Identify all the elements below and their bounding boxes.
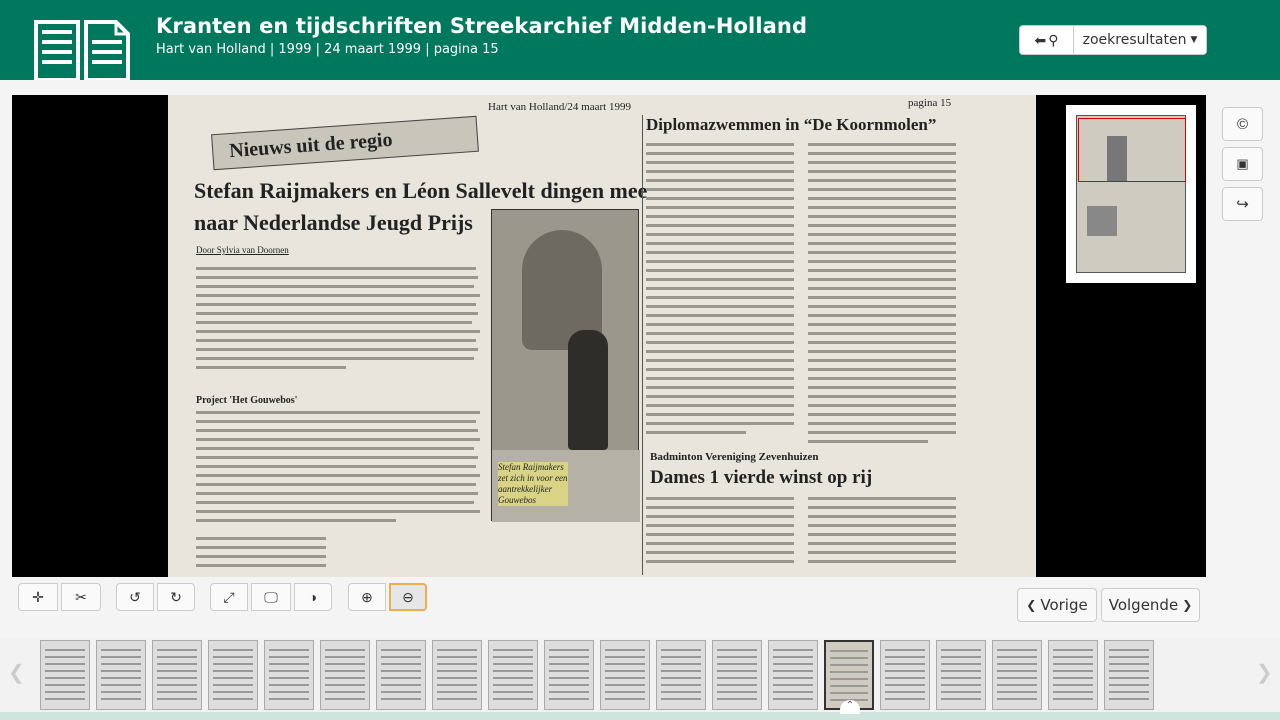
- strip-footer: [0, 712, 1280, 720]
- caret-down-icon: ▼: [1190, 35, 1198, 45]
- page-viewer[interactable]: Hart van Holland/24 maart 1999 pagina 15…: [12, 95, 1206, 577]
- strip-collapse-icon[interactable]: ⌃: [840, 700, 860, 714]
- page-minimap[interactable]: [1066, 105, 1196, 283]
- scissors-icon: ✂: [75, 588, 87, 605]
- strip-scroll-right-icon[interactable]: ❯: [1256, 660, 1273, 685]
- rotate-left-button[interactable]: ↺: [116, 583, 154, 611]
- article-subhead: Project 'Het Gouwebos': [196, 395, 298, 406]
- page-number: pagina 15: [908, 97, 952, 109]
- newspaper-page[interactable]: Hart van Holland/24 maart 1999 pagina 15…: [168, 95, 1036, 577]
- next-label: Volgende: [1108, 596, 1179, 614]
- text-column-left-2: [196, 409, 482, 575]
- rotate-right-icon: ↻: [170, 588, 182, 605]
- share-icon: ↪: [1236, 196, 1249, 213]
- thumbnail[interactable]: [376, 640, 426, 710]
- page-divider: [642, 115, 643, 575]
- save-icon: ▣: [1236, 156, 1249, 171]
- zoom-out-icon: ⊖: [402, 588, 414, 605]
- article-byline: Door Sylvia van Doornen: [196, 245, 289, 255]
- thumbnail[interactable]: [1104, 640, 1154, 710]
- badminton-kicker: Badminton Vereniging Zevenhuizen: [650, 451, 819, 463]
- thumbnail[interactable]: [1048, 640, 1098, 710]
- thumbnail[interactable]: [936, 640, 986, 710]
- copyright-button[interactable]: ©: [1222, 107, 1263, 141]
- pan-tool-button[interactable]: ✛: [18, 583, 58, 611]
- minimap-viewport[interactable]: [1078, 118, 1186, 182]
- thumbnail[interactable]: [264, 640, 314, 710]
- thumbnail[interactable]: [600, 640, 650, 710]
- back-to-search-button[interactable]: ⬅ ⚲: [1020, 26, 1074, 54]
- previous-label: Vorige: [1040, 596, 1088, 614]
- crop-tool-button[interactable]: ✂: [61, 583, 101, 611]
- thumbnail-strip: [0, 638, 1280, 720]
- thumbnail[interactable]: [208, 640, 258, 710]
- thumbnail[interactable]: [544, 640, 594, 710]
- copyright-icon: ©: [1236, 115, 1249, 133]
- thumbnail[interactable]: [432, 640, 482, 710]
- thumbnail[interactable]: [320, 640, 370, 710]
- thumbnail[interactable]: [880, 640, 930, 710]
- thumbnail[interactable]: [152, 640, 202, 710]
- breadcrumb: Hart van Holland | 1999 | 24 maart 1999 …: [156, 42, 499, 57]
- result-navigation: ⬅ ⚲ zoekresultaten ▼: [1019, 25, 1207, 55]
- thumbnail[interactable]: [712, 640, 762, 710]
- move-icon: ✛: [32, 588, 44, 605]
- share-button[interactable]: ↪: [1222, 187, 1263, 221]
- thumbnail[interactable]: [40, 640, 90, 710]
- chevron-right-icon: ❯: [1182, 598, 1193, 612]
- chevron-left-icon: ❮: [1026, 598, 1037, 612]
- page-title: Kranten en tijdschriften Streekarchief M…: [156, 14, 808, 38]
- zoom-in-button[interactable]: ⊕: [348, 583, 386, 611]
- fit-screen-button[interactable]: 🖵: [251, 583, 291, 611]
- previous-page-button[interactable]: ❮ Vorige: [1017, 588, 1097, 622]
- section-banner: Nieuws uit de regio: [211, 115, 479, 171]
- newspaper-logo-icon[interactable]: [34, 20, 130, 80]
- right-article-title: Diplomazwemmen in “De Koornmolen”: [646, 115, 937, 134]
- minimap-page: [1076, 115, 1186, 273]
- contrast-button[interactable]: ◑: [294, 583, 332, 611]
- badminton-headline: Dames 1 vierde winst op rij: [650, 467, 873, 488]
- strip-scroll-left-icon[interactable]: ❮: [8, 660, 25, 685]
- results-dropdown-label: zoekresultaten: [1082, 32, 1187, 48]
- thumbnail[interactable]: [488, 640, 538, 710]
- article-photo: Stefan Raijmakers zet zich in voor een a…: [491, 209, 640, 522]
- fullscreen-button[interactable]: ⤢: [210, 583, 248, 611]
- thumbnail[interactable]: [768, 640, 818, 710]
- thumbnail[interactable]: [96, 640, 146, 710]
- zoom-out-button[interactable]: ⊖: [389, 583, 427, 611]
- site-header: Kranten en tijdschriften Streekarchief M…: [0, 0, 1280, 80]
- expand-icon: ⤢: [223, 588, 235, 605]
- search-icon: ⚲: [1048, 31, 1059, 48]
- thumbnail[interactable]: [992, 640, 1042, 710]
- zoom-in-icon: ⊕: [361, 588, 373, 605]
- photo-caption: Stefan Raijmakers zet zich in voor een a…: [498, 462, 568, 506]
- text-column-right: [646, 141, 956, 443]
- rotate-right-button[interactable]: ↻: [157, 583, 195, 611]
- arrow-left-icon: ⬅: [1034, 31, 1047, 48]
- minimap-photo-2: [1087, 206, 1117, 236]
- text-column-bottom-right: [646, 495, 956, 577]
- save-button[interactable]: ▣: [1222, 147, 1263, 181]
- photo-person: [568, 330, 608, 450]
- thumbnail[interactable]: [656, 640, 706, 710]
- text-column-left: [196, 263, 482, 383]
- contrast-icon: ◑: [308, 589, 318, 605]
- monitor-icon: 🖵: [264, 588, 278, 605]
- rotate-left-icon: ↺: [129, 588, 141, 605]
- page-masthead: Hart van Holland/24 maart 1999: [488, 101, 631, 113]
- search-results-dropdown[interactable]: zoekresultaten ▼: [1074, 26, 1206, 54]
- next-page-button[interactable]: Volgende ❯: [1101, 588, 1200, 622]
